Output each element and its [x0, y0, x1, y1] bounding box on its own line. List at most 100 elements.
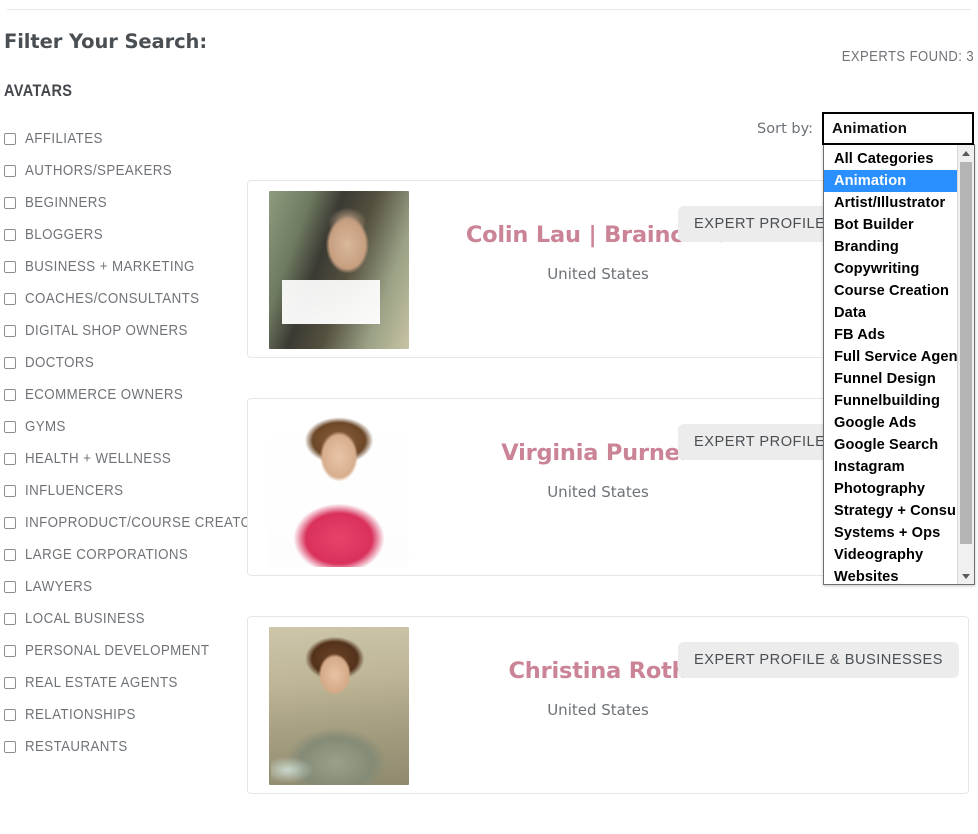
dropdown-option[interactable]: Animation — [824, 170, 957, 192]
checkbox-icon[interactable] — [4, 581, 16, 594]
expert-directory-page: Filter Your Search: AVATARS AFFILIATES AU… — [0, 0, 978, 794]
filter-item-label: LOCAL BUSINESS — [25, 611, 145, 628]
filter-checkbox-item[interactable]: BLOGGERS — [0, 219, 240, 251]
filter-checkbox-item[interactable]: DIGITAL SHOP OWNERS — [0, 315, 240, 347]
expert-card[interactable]: Christina Roth United States EXPERT PROFIL… — [247, 616, 969, 794]
filter-item-label: ECOMMERCE OWNERS — [25, 387, 184, 404]
dropdown-option[interactable]: Google Ads — [824, 412, 957, 434]
filter-checkbox-item[interactable]: GYMS — [0, 411, 240, 443]
triangle-down-icon — [962, 573, 970, 579]
checkbox-icon[interactable] — [4, 325, 16, 338]
filter-checkbox-item[interactable]: BEGINNERS — [0, 187, 240, 219]
header-divider — [7, 9, 971, 10]
filter-item-label: RELATIONSHIPS — [25, 707, 136, 724]
filter-checkbox-item[interactable]: LOCAL BUSINESS — [0, 603, 240, 635]
experts-found-count: EXPERTS FOUND: 3 — [841, 49, 974, 65]
filter-item-label: LARGE CORPORATIONS — [25, 547, 189, 564]
checkbox-icon[interactable] — [4, 421, 16, 434]
checkbox-icon[interactable] — [4, 709, 16, 722]
sort-by-label: Sort by: — [757, 120, 813, 137]
dropdown-option[interactable]: Course Creation — [824, 280, 957, 302]
expert-avatar — [269, 409, 409, 567]
filter-item-label: HEALTH + WELLNESS — [25, 451, 172, 468]
checkbox-icon[interactable] — [4, 293, 16, 306]
filter-item-label: COACHES/CONSULTANTS — [25, 291, 200, 308]
checkbox-icon[interactable] — [4, 677, 16, 690]
filter-checkbox-item[interactable]: RELATIONSHIPS — [0, 699, 240, 731]
checkbox-icon[interactable] — [4, 453, 16, 466]
filter-item-label: GYMS — [25, 419, 66, 436]
expert-country: United States — [547, 483, 649, 502]
filter-checkbox-item[interactable]: COACHES/CONSULTANTS — [0, 283, 240, 315]
checkbox-icon[interactable] — [4, 197, 16, 210]
checkbox-icon[interactable] — [4, 549, 16, 562]
filter-item-label: RESTAURANTS — [25, 739, 128, 756]
expert-profile-button[interactable]: EXPERT PROFILE & BUSINESSES — [678, 642, 959, 678]
scroll-up-arrow-icon[interactable] — [958, 145, 974, 161]
dropdown-option[interactable]: Artist/Illustrator — [824, 192, 957, 214]
checkbox-icon[interactable] — [4, 165, 16, 178]
checkbox-icon[interactable] — [4, 741, 16, 754]
dropdown-option[interactable]: All Categories — [824, 148, 957, 170]
dropdown-option[interactable]: Websites — [824, 566, 957, 584]
checkbox-icon[interactable] — [4, 133, 16, 146]
filter-item-label: BLOGGERS — [25, 227, 103, 244]
checkbox-icon[interactable] — [4, 357, 16, 370]
checkbox-icon[interactable] — [4, 613, 16, 626]
dropdown-option[interactable]: Funnel Design — [824, 368, 957, 390]
dropdown-option[interactable]: Bot Builder — [824, 214, 957, 236]
filter-checkbox-item[interactable]: AUTHORS/SPEAKERS — [0, 155, 240, 187]
filter-checkbox-item[interactable]: ECOMMERCE OWNERS — [0, 379, 240, 411]
expert-country: United States — [547, 701, 649, 720]
dropdown-option[interactable]: Strategy + Consulting — [824, 500, 957, 522]
checkbox-icon[interactable] — [4, 485, 16, 498]
filter-item-label: LAWYERS — [25, 579, 93, 596]
checkbox-icon[interactable] — [4, 517, 16, 530]
filter-item-label: INFOPRODUCT/COURSE CREATORS — [25, 515, 271, 532]
scroll-down-arrow-icon[interactable] — [958, 568, 974, 584]
expert-avatar — [269, 191, 409, 349]
filter-checkbox-item[interactable]: AFFILIATES — [0, 123, 240, 155]
dropdown-option[interactable]: Instagram — [824, 456, 957, 478]
dropdown-option[interactable]: FB Ads — [824, 324, 957, 346]
avatar-filter-list: AFFILIATES AUTHORS/SPEAKERS BEGINNERS BLOGG… — [0, 123, 270, 763]
dropdown-option[interactable]: Systems + Ops — [824, 522, 957, 544]
expert-avatar — [269, 627, 409, 785]
category-dropdown-list[interactable]: All Categories Animation Artist/Illustrato… — [823, 144, 975, 585]
dropdown-option[interactable]: Branding — [824, 236, 957, 258]
checkbox-icon[interactable] — [4, 261, 16, 274]
filter-item-label: BEGINNERS — [25, 195, 108, 212]
filter-checkbox-item[interactable]: INFOPRODUCT/COURSE CREATORS — [0, 507, 270, 539]
filter-checkbox-item[interactable]: RESTAURANTS — [0, 731, 240, 763]
dropdown-option[interactable]: Google Search — [824, 434, 957, 456]
checkbox-icon[interactable] — [4, 389, 16, 402]
filter-checkbox-item[interactable]: REAL ESTATE AGENTS — [0, 667, 240, 699]
filter-checkbox-item[interactable]: LARGE CORPORATIONS — [0, 539, 240, 571]
filter-item-label: INFLUENCERS — [25, 483, 124, 500]
filter-item-label: AFFILIATES — [25, 131, 103, 148]
filter-group-heading-avatars: AVATARS — [4, 82, 73, 101]
triangle-up-icon — [962, 150, 970, 156]
filter-sidebar: Filter Your Search: AVATARS AFFILIATES AU… — [0, 30, 270, 763]
dropdown-scrollbar[interactable] — [957, 145, 974, 584]
filter-item-label: BUSINESS + MARKETING — [25, 259, 195, 276]
dropdown-option[interactable]: Data — [824, 302, 957, 324]
dropdown-option[interactable]: Photography — [824, 478, 957, 500]
filter-checkbox-item[interactable]: BUSINESS + MARKETING — [0, 251, 240, 283]
category-option-list: All Categories Animation Artist/Illustrato… — [824, 145, 957, 584]
filter-checkbox-item[interactable]: HEALTH + WELLNESS — [0, 443, 240, 475]
dropdown-option[interactable]: Funnelbuilding — [824, 390, 957, 412]
scrollbar-thumb[interactable] — [960, 162, 972, 544]
dropdown-option[interactable]: Full Service Agency — [824, 346, 957, 368]
filter-checkbox-item[interactable]: DOCTORS — [0, 347, 240, 379]
checkbox-icon[interactable] — [4, 645, 16, 658]
filter-checkbox-item[interactable]: LAWYERS — [0, 571, 240, 603]
filter-checkbox-item[interactable]: INFLUENCERS — [0, 475, 240, 507]
category-select[interactable]: Animation — [822, 112, 974, 145]
filter-item-label: REAL ESTATE AGENTS — [25, 675, 178, 692]
dropdown-option[interactable]: Copywriting — [824, 258, 957, 280]
checkbox-icon[interactable] — [4, 229, 16, 242]
filter-checkbox-item[interactable]: PERSONAL DEVELOPMENT — [0, 635, 240, 667]
dropdown-option[interactable]: Videography — [824, 544, 957, 566]
filter-item-label: DIGITAL SHOP OWNERS — [25, 323, 188, 340]
